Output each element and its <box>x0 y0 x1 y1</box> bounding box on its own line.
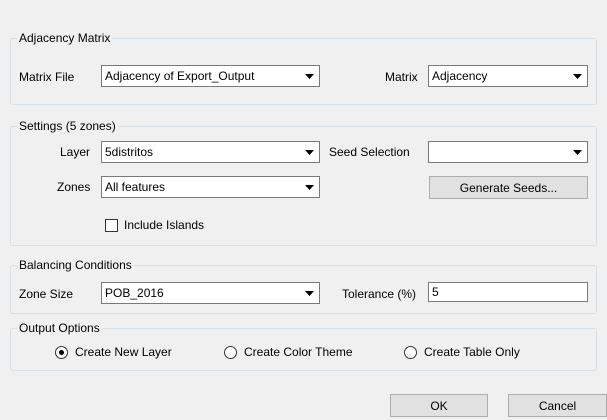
zone-size-label: Zone Size <box>19 287 74 301</box>
matrix-label: Matrix <box>385 70 418 84</box>
radio-unselected-icon[interactable] <box>404 345 417 359</box>
tolerance-field[interactable] <box>429 283 587 301</box>
seed-selection-dropdown[interactable] <box>428 141 588 163</box>
create-color-theme-label: Create Color Theme <box>244 345 353 359</box>
create-table-only-label: Create Table Only <box>424 345 520 359</box>
radio-create-color-theme[interactable]: Create Color Theme <box>224 345 353 359</box>
chevron-down-icon[interactable] <box>568 143 586 161</box>
matrix-file-label: Matrix File <box>19 70 75 84</box>
zone-size-dropdown[interactable]: POB_2016 <box>101 282 320 304</box>
radio-create-new-layer[interactable]: Create New Layer <box>55 345 172 359</box>
radio-unselected-icon[interactable] <box>224 345 237 359</box>
matrix-value: Adjacency <box>432 69 488 83</box>
layer-value: 5distritos <box>105 145 154 159</box>
ok-button[interactable]: OK <box>390 394 488 417</box>
tolerance-label: Tolerance (%) <box>342 287 417 301</box>
balancing-conditions-title: Balancing Conditions <box>19 258 132 272</box>
layer-dropdown[interactable]: 5distritos <box>101 141 320 163</box>
chevron-down-icon[interactable] <box>300 67 318 85</box>
adjacency-matrix-title: Adjacency Matrix <box>19 31 111 45</box>
zones-dropdown[interactable]: All features <box>101 176 320 198</box>
zones-value: All features <box>105 180 166 194</box>
chevron-down-icon[interactable] <box>300 178 318 196</box>
generate-seeds-button[interactable]: Generate Seeds... <box>429 176 588 199</box>
chevron-down-icon[interactable] <box>300 143 318 161</box>
zoning-dialog: Adjacency Matrix Matrix File Adjacency o… <box>0 0 607 420</box>
output-options-title: Output Options <box>19 321 100 335</box>
radio-create-table-only[interactable]: Create Table Only <box>404 345 520 359</box>
radio-selected-icon[interactable] <box>55 345 68 359</box>
chevron-down-icon[interactable] <box>568 67 586 85</box>
chevron-down-icon[interactable] <box>300 284 318 302</box>
tolerance-input[interactable] <box>428 282 588 302</box>
seed-selection-label: Seed Selection <box>329 145 410 159</box>
matrix-file-dropdown[interactable]: Adjacency of Export_Output <box>101 65 320 87</box>
cancel-button[interactable]: Cancel <box>508 394 607 417</box>
layer-label: Layer <box>60 145 91 159</box>
settings-title: Settings (5 zones) <box>19 119 116 133</box>
zones-label: Zones <box>57 180 91 194</box>
zone-size-value: POB_2016 <box>105 286 164 300</box>
matrix-file-value: Adjacency of Export_Output <box>105 69 255 83</box>
matrix-dropdown[interactable]: Adjacency <box>428 65 588 87</box>
checkbox-icon[interactable] <box>105 218 118 232</box>
create-new-layer-label: Create New Layer <box>75 345 172 359</box>
include-islands-label: Include Islands <box>124 218 205 232</box>
include-islands-checkbox[interactable]: Include Islands <box>105 218 204 232</box>
